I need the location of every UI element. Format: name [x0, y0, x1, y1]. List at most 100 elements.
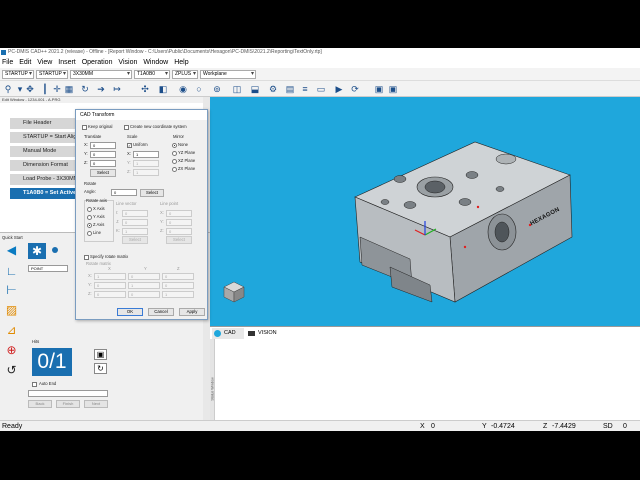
lv-i-input[interactable]: 0: [122, 210, 148, 217]
menu-help[interactable]: Help: [174, 59, 188, 66]
angle-icon[interactable]: ∟: [3, 264, 20, 279]
save-icon[interactable]: ▣: [94, 349, 107, 360]
matrix-yz[interactable]: 0: [162, 282, 194, 289]
tab-cad[interactable]: CAD: [212, 328, 244, 339]
step-icon[interactable]: ➔: [96, 84, 106, 94]
menu-insert[interactable]: Insert: [58, 59, 76, 66]
loop-icon[interactable]: ⟳: [350, 84, 360, 94]
menu-operation[interactable]: Operation: [82, 59, 113, 66]
tab-vision[interactable]: VISION: [246, 328, 284, 339]
finish-button[interactable]: Finish: [56, 400, 80, 408]
report-icon[interactable]: ▤: [285, 84, 295, 94]
arrow-right-icon[interactable]: ↦: [112, 84, 122, 94]
matrix-xz[interactable]: 0: [162, 273, 194, 280]
view-combo[interactable]: ZPLUS: [172, 70, 198, 79]
cancel-button[interactable]: Cancel: [148, 308, 174, 316]
surface-icon[interactable]: ◫: [232, 84, 242, 94]
camera-2-icon[interactable]: ▣: [388, 84, 398, 94]
uniform-checkbox[interactable]: ✓: [127, 143, 132, 148]
rotate-icon[interactable]: ↻: [80, 84, 90, 94]
dropdown-icon[interactable]: ▾: [15, 84, 25, 94]
rotate-angle-input[interactable]: 0: [111, 189, 137, 196]
translate-select-button[interactable]: Select: [90, 169, 116, 177]
scale-y-input[interactable]: 1: [133, 160, 159, 167]
mirror-xz-radio[interactable]: [172, 159, 177, 164]
menu-vision[interactable]: Vision: [118, 59, 137, 66]
translate-icon[interactable]: ✣: [140, 84, 150, 94]
rotate-select-button[interactable]: Select: [140, 189, 164, 197]
axis-line-radio[interactable]: [87, 231, 92, 236]
undo-arrow-icon[interactable]: ◀: [3, 243, 20, 258]
mirror-yz-radio[interactable]: [172, 151, 177, 156]
grid-icon[interactable]: ▦: [64, 84, 74, 94]
next-button[interactable]: Next: [84, 400, 108, 408]
plane-icon[interactable]: ⬓: [250, 84, 260, 94]
lv-j-input[interactable]: 0: [122, 219, 148, 226]
refresh-icon[interactable]: ↺: [3, 363, 20, 378]
target-icon[interactable]: ✥: [25, 84, 35, 94]
circle-icon[interactable]: ○: [194, 84, 204, 94]
keep-original-checkbox[interactable]: [82, 125, 87, 130]
star-icon[interactable]: ✱: [28, 243, 46, 259]
matrix-yy[interactable]: 1: [128, 282, 160, 289]
translate-z-input[interactable]: 0: [90, 160, 116, 167]
matrix-zy[interactable]: 0: [128, 291, 160, 298]
apply-button[interactable]: Apply: [179, 308, 205, 316]
matrix-yx[interactable]: 0: [94, 282, 126, 289]
lp-x-input[interactable]: 0: [166, 210, 192, 217]
cad-viewport[interactable]: HEXAGON: [210, 97, 640, 326]
axis-y-radio[interactable]: [87, 215, 92, 220]
feature-field[interactable]: POINT: [28, 265, 68, 272]
ok-button[interactable]: OK: [117, 308, 143, 316]
translate-y-input[interactable]: 0: [90, 151, 116, 158]
gear-icon[interactable]: ⚙: [268, 84, 278, 94]
menu-view[interactable]: View: [37, 59, 52, 66]
mirror-none-radio[interactable]: [172, 143, 177, 148]
line-vector-select-button[interactable]: Select: [122, 236, 148, 244]
cylinder-icon[interactable]: ◉: [178, 84, 188, 94]
probe-icon[interactable]: ⚲: [3, 84, 13, 94]
probe-combo[interactable]: 3X30MM: [70, 70, 132, 79]
lv-k-input[interactable]: 1: [122, 228, 148, 235]
status-window-side-tab[interactable]: Status Window: [210, 339, 215, 420]
crosshair-target-icon[interactable]: ⊕: [3, 343, 20, 358]
cursor-icon[interactable]: ┃: [40, 84, 50, 94]
alignment-combo[interactable]: STARTUP: [2, 70, 34, 79]
alignment-combo-2[interactable]: STARTUP: [36, 70, 68, 79]
target-circle-icon[interactable]: ⊚: [212, 84, 222, 94]
cube-icon[interactable]: ◧: [158, 84, 168, 94]
point-icon[interactable]: [52, 247, 58, 253]
tip-combo[interactable]: T1A0B0: [134, 70, 170, 79]
matrix-xy[interactable]: 0: [128, 273, 160, 280]
redo-icon[interactable]: ↻: [94, 363, 107, 374]
scale-x-input[interactable]: 1: [133, 151, 159, 158]
axis-z-radio[interactable]: [87, 223, 92, 228]
workplane-combo[interactable]: Workplane: [200, 70, 256, 79]
translate-x-input[interactable]: 0: [90, 142, 116, 149]
menu-file[interactable]: File: [2, 59, 13, 66]
play-icon[interactable]: ▶: [334, 84, 344, 94]
create-csys-checkbox[interactable]: [124, 125, 129, 130]
lp-z-input[interactable]: 0: [166, 228, 192, 235]
document-icon[interactable]: ▭: [316, 84, 326, 94]
lines-icon[interactable]: ≡: [300, 84, 310, 94]
matrix-zz[interactable]: 1: [162, 291, 194, 298]
line-point-select-button[interactable]: Select: [166, 236, 192, 244]
lp-y-input[interactable]: 0: [166, 219, 192, 226]
measure-icon[interactable]: ⊢: [3, 283, 20, 298]
mirror-zx-radio[interactable]: [172, 167, 177, 172]
camera-icon[interactable]: ▣: [374, 84, 384, 94]
back-button[interactable]: Back: [28, 400, 52, 408]
menu-window[interactable]: Window: [143, 59, 168, 66]
menu-edit[interactable]: Edit: [19, 59, 31, 66]
crosshair-icon[interactable]: ✛: [52, 84, 62, 94]
hits-input[interactable]: [28, 390, 108, 397]
scale-z-input[interactable]: 1: [133, 169, 159, 176]
dimension-icon[interactable]: ⊿: [3, 323, 20, 338]
matrix-zx[interactable]: 0: [94, 291, 126, 298]
specify-matrix-checkbox[interactable]: [84, 255, 89, 260]
matrix-xx[interactable]: 1: [94, 273, 126, 280]
axis-x-radio[interactable]: [87, 207, 92, 212]
auto-end-checkbox[interactable]: [32, 382, 37, 387]
ruler-icon[interactable]: ▨: [3, 303, 20, 318]
